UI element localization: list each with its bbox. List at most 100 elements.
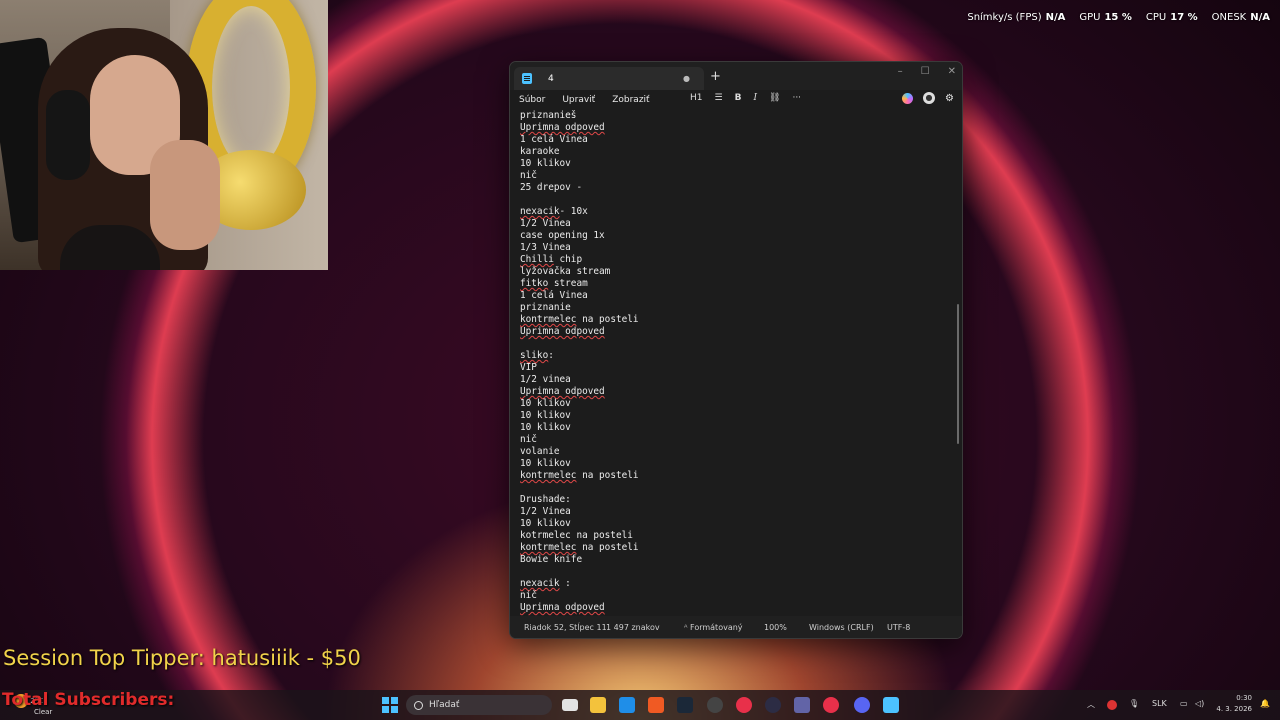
- menu-view[interactable]: Zobraziť: [612, 95, 649, 105]
- menu-bar: Súbor Upraviť Zobraziť H1 ☰ B I ⛓ ··· ● …: [510, 90, 962, 110]
- text-line[interactable]: Uprimna odpoved: [510, 602, 962, 614]
- tray-app-icon[interactable]: [1107, 700, 1117, 710]
- file-explorer-icon[interactable]: [590, 697, 606, 713]
- text-line[interactable]: [510, 194, 962, 206]
- text-line[interactable]: nič: [510, 170, 962, 182]
- search-icon: [414, 700, 423, 710]
- text-line[interactable]: nič: [510, 434, 962, 446]
- text-line[interactable]: 10 klikov: [510, 422, 962, 434]
- format-mode[interactable]: ᴬ Formátovaný: [684, 623, 743, 632]
- text-line[interactable]: fitko stream: [510, 278, 962, 290]
- text-line[interactable]: 25 drepov -: [510, 182, 962, 194]
- menu-edit[interactable]: Upraviť: [562, 95, 595, 105]
- volume-icon[interactable]: ◁): [1195, 699, 1204, 708]
- text-line[interactable]: 1/2 Vinea: [510, 218, 962, 230]
- text-line[interactable]: 10 klikov: [510, 458, 962, 470]
- more-options-button[interactable]: ···: [792, 93, 801, 103]
- tab-title: 4: [548, 73, 554, 84]
- text-line[interactable]: case opening 1x: [510, 230, 962, 242]
- text-line[interactable]: 1/3 Vinea: [510, 242, 962, 254]
- discord-icon[interactable]: [854, 697, 870, 713]
- text-line[interactable]: [510, 482, 962, 494]
- line-ending[interactable]: Windows (CRLF): [809, 623, 874, 632]
- tray-chevron-icon[interactable]: ︿: [1087, 699, 1095, 710]
- close-button[interactable]: ✕: [948, 66, 956, 77]
- text-line[interactable]: nexacik- 10x: [510, 206, 962, 218]
- text-line[interactable]: priznanieš: [510, 110, 962, 122]
- media-player-icon[interactable]: [736, 697, 752, 713]
- text-line[interactable]: kotrmelec na posteli: [510, 530, 962, 542]
- tab-document[interactable]: 4 ●: [514, 67, 704, 90]
- text-line[interactable]: nič: [510, 590, 962, 602]
- text-line[interactable]: 1 celá Vinea: [510, 134, 962, 146]
- brave-browser-icon[interactable]: [648, 697, 664, 713]
- text-line[interactable]: 1 celá Vinea: [510, 290, 962, 302]
- steam-icon[interactable]: [677, 697, 693, 713]
- top-tipper-overlay: Session Top Tipper: hatusiiik - $50: [3, 646, 361, 670]
- notepad-taskbar-icon[interactable]: [883, 697, 899, 713]
- network-icon[interactable]: ▭: [1180, 699, 1188, 708]
- text-line[interactable]: Uprimna odpoved: [510, 386, 962, 398]
- text-line[interactable]: 10 klikov: [510, 398, 962, 410]
- italic-button[interactable]: I: [753, 93, 757, 103]
- start-button[interactable]: [382, 697, 398, 713]
- list-dropdown-icon[interactable]: ☰: [715, 93, 723, 103]
- minimize-button[interactable]: –: [898, 66, 903, 77]
- character-count: 1 497 znakov: [606, 623, 660, 632]
- text-line[interactable]: Uprimna odpoved: [510, 122, 962, 134]
- text-line[interactable]: Chilli chip: [510, 254, 962, 266]
- unsaved-indicator-icon[interactable]: ●: [683, 74, 690, 83]
- account-avatar-icon[interactable]: ●: [923, 92, 936, 104]
- language-indicator[interactable]: SLK: [1152, 699, 1167, 708]
- text-line[interactable]: [510, 566, 962, 578]
- youtube-music-icon[interactable]: [823, 697, 839, 713]
- heading-dropdown[interactable]: H1: [690, 93, 703, 103]
- notepad-window[interactable]: 4 ● + – ☐ ✕ Súbor Upraviť Zobraziť H1 ☰ …: [509, 61, 963, 639]
- taskbar-search[interactable]: Hľadať: [406, 695, 552, 715]
- text-line[interactable]: volanie: [510, 446, 962, 458]
- new-tab-button[interactable]: +: [710, 69, 721, 84]
- outlook-icon[interactable]: [619, 697, 635, 713]
- app-icon[interactable]: [765, 697, 781, 713]
- microphone-icon[interactable]: 🎙: [1129, 699, 1139, 708]
- maximize-button[interactable]: ☐: [921, 66, 930, 77]
- text-line[interactable]: Uprimna odpoved: [510, 326, 962, 338]
- text-line[interactable]: Bowie knife: [510, 554, 962, 566]
- fps-stat: Snímky/s (FPS) N/A: [967, 12, 1066, 23]
- text-line[interactable]: [510, 338, 962, 350]
- text-editor[interactable]: priznanieš Uprimna odpoved 1 celá Vinea kar…: [510, 110, 962, 616]
- text-line[interactable]: lyžovačka stream: [510, 266, 962, 278]
- text-line[interactable]: karaoke: [510, 146, 962, 158]
- text-line[interactable]: VIP: [510, 362, 962, 374]
- performance-stats: Snímky/s (FPS) N/A GPU 15 % CPU 17 % ONESK N…: [967, 12, 1270, 23]
- task-view-icon[interactable]: [562, 699, 578, 711]
- text-line[interactable]: kontrmelec na posteli: [510, 314, 962, 326]
- text-line[interactable]: 10 klikov: [510, 158, 962, 170]
- bold-button[interactable]: B: [735, 93, 742, 103]
- notifications-icon[interactable]: 🔔: [1260, 699, 1270, 708]
- text-line[interactable]: kontrmelec na posteli: [510, 542, 962, 554]
- zoom-level[interactable]: 100%: [764, 623, 787, 632]
- settings-gear-icon[interactable]: ⚙: [945, 93, 954, 104]
- text-line[interactable]: Drushade:: [510, 494, 962, 506]
- text-line[interactable]: 1/2 vinea: [510, 374, 962, 386]
- text-line[interactable]: 10 klikov: [510, 518, 962, 530]
- menu-file[interactable]: Súbor: [519, 95, 545, 105]
- text-line[interactable]: 1/2 Vinea: [510, 506, 962, 518]
- text-line[interactable]: 10 klikov: [510, 410, 962, 422]
- clock[interactable]: 0:30 4. 3. 2026: [1216, 693, 1252, 715]
- latency-stat: ONESK N/A: [1211, 12, 1270, 23]
- copilot-icon[interactable]: [902, 92, 914, 104]
- teams-icon[interactable]: [794, 697, 810, 713]
- text-line[interactable]: nexacik :: [510, 578, 962, 590]
- obs-icon[interactable]: [707, 697, 723, 713]
- text-line[interactable]: kontrmelec na posteli: [510, 470, 962, 482]
- encoding[interactable]: UTF-8: [887, 623, 910, 632]
- text-line[interactable]: sliko:: [510, 350, 962, 362]
- text-line[interactable]: priznanie: [510, 302, 962, 314]
- format-mode-label: Formátovaný: [690, 623, 743, 632]
- vertical-scrollbar[interactable]: [957, 304, 959, 444]
- link-icon[interactable]: ⛓: [769, 93, 780, 103]
- title-bar[interactable]: 4 ● + – ☐ ✕: [510, 62, 962, 90]
- clock-date: 4. 3. 2026: [1216, 705, 1252, 713]
